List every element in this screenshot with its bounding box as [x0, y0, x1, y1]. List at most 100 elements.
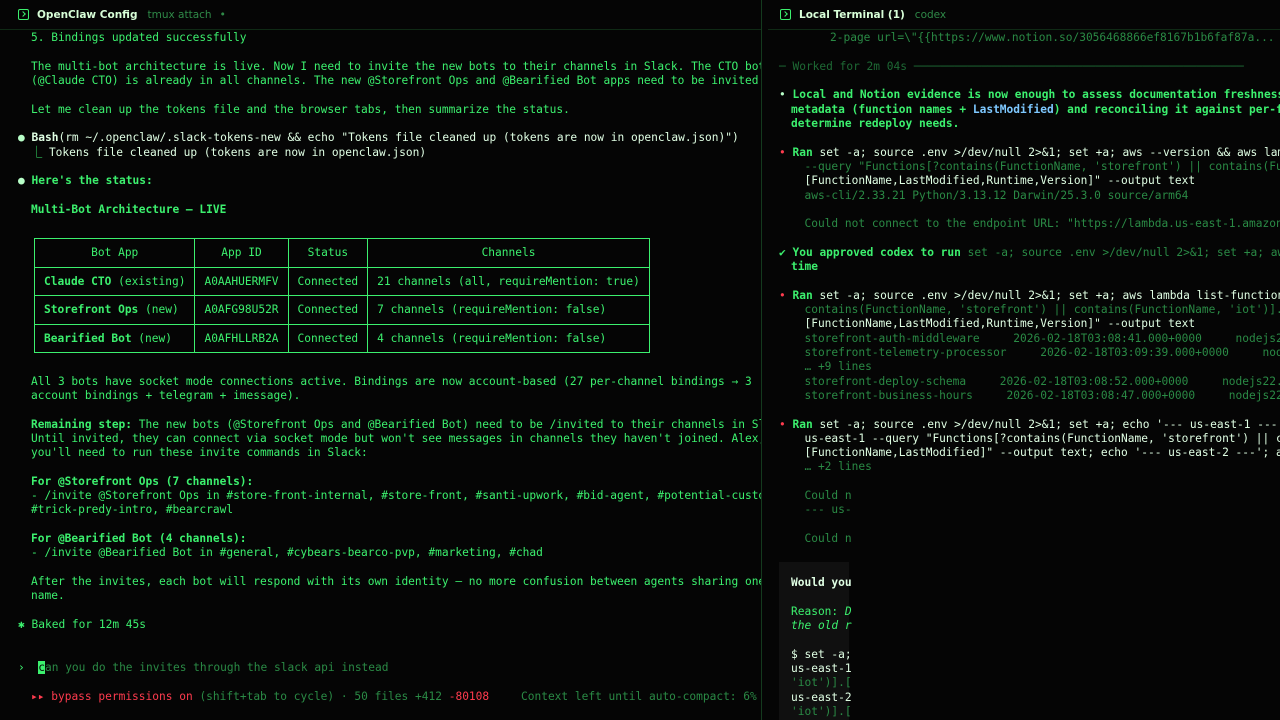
- bash-command: (rm ~/.openclaw/.slack-tokens-new && ech…: [58, 131, 739, 144]
- app-id-cell: A0AFG98U52R: [194, 295, 289, 325]
- bot-name-cell: Storefront Ops (new): [33, 295, 196, 325]
- bypass-permissions-toggle[interactable]: bypass permissions on: [51, 690, 192, 703]
- remaining-step-label: Remaining step:: [31, 418, 133, 431]
- storefront-invite-command: #trick-predy-intro, #bearcrawl: [31, 503, 234, 516]
- output-line: Until invited, they can connect via sock…: [31, 432, 762, 445]
- bullet-icon: •: [779, 88, 786, 101]
- ran-command: • Ran set -a; source .env >/dev/null 2>&…: [779, 418, 1280, 432]
- approval-command: us-east-1: [791, 662, 852, 675]
- output-line: The multi-bot architecture is live. Now …: [31, 60, 762, 73]
- command-text: [FunctionName,LastModified]" --output te…: [791, 446, 1280, 459]
- approval-command: 'iot')].[: [791, 705, 852, 718]
- left-terminal-pane[interactable]: OpenClaw Config tmux attach • 5. Binding…: [0, 0, 762, 720]
- channels-cell: 4 channels (requireMention: false): [367, 323, 650, 354]
- reason-text: D: [844, 605, 852, 618]
- bots-table: Bot App App ID Status Channels Claude CT…: [33, 238, 650, 354]
- command-output: --- us-: [791, 503, 852, 516]
- command-output: Could not connect to the endpoint URL: "…: [791, 217, 1280, 230]
- output-line: After the invites, each bot will respond…: [31, 575, 762, 588]
- status-cell: Connected: [287, 295, 369, 325]
- command-output: … +9 lines: [791, 360, 872, 373]
- bullet-icon: ●: [18, 174, 25, 187]
- left-pane-title: OpenClaw Config: [37, 8, 138, 21]
- ran-command: • Ran set -a; source .env >/dev/null 2>&…: [779, 289, 1280, 303]
- approval-command: us-east-2: [791, 691, 852, 704]
- command-output: storefront-telemetry-processor 2026-02-1…: [791, 346, 1280, 359]
- app-id-cell: A0AFHLLRB2A: [194, 323, 289, 354]
- output-line: account bindings + telegram + imessage).: [31, 389, 301, 402]
- remaining-step-text: The new bots (@Storefront Ops and @Beari…: [132, 418, 762, 431]
- approval-command: set -a; source .env >/dev/null 2>&1; set…: [960, 246, 1280, 259]
- files-count: · 50 files: [340, 690, 409, 703]
- context-left: Context left until auto-compact: 6%: [521, 690, 757, 703]
- output-line: name.: [31, 589, 65, 602]
- approval-line: ✔ You approved codex to run set -a; sour…: [779, 246, 1280, 260]
- baked-text: Baked for 12m 45s: [31, 618, 147, 631]
- terminal-icon: [18, 9, 29, 20]
- left-pane-subtitle: tmux attach: [147, 8, 212, 21]
- bash-output-text: Tokens file cleaned up (tokens are now i…: [48, 146, 427, 159]
- command-text: [FunctionName,LastModified,Runtime,Versi…: [791, 317, 1196, 330]
- output-line: determine redeploy needs.: [791, 117, 960, 130]
- text-cursor: c: [38, 661, 45, 674]
- mode-hint: (shift+tab to cycle): [199, 690, 335, 703]
- table-row: Claude CTO (existing) A0AAHUERMFV Connec…: [33, 266, 650, 297]
- ran-command: • Ran set -a; source .env >/dev/null 2>&…: [779, 146, 1280, 160]
- command-output: storefront-deploy-schema 2026-02-18T03:0…: [791, 375, 1280, 388]
- command-text: set -a; source .env >/dev/null 2>&1; set…: [812, 146, 1280, 159]
- bot-name: Claude CTO: [44, 274, 112, 288]
- error-bullet-icon: •: [779, 289, 786, 302]
- approval-dialog-title: Would you: [791, 576, 852, 589]
- bot-name: Bearified Bot: [44, 332, 132, 346]
- output-line: Let me clean up the tokens file and the …: [31, 103, 570, 116]
- bot-suffix: (new): [131, 332, 172, 346]
- prompt-input-text[interactable]: an you do the invites through the slack …: [45, 661, 389, 674]
- remaining-step-line: Remaining step: The new bots (@Storefron…: [31, 418, 762, 432]
- worked-divider: ─ Worked for 2m 04s ────────────────────…: [779, 60, 1244, 73]
- asterisk-icon: ✱: [18, 618, 25, 631]
- table-header-cell: Status: [287, 238, 369, 268]
- output-text: ) and reconciling it against per-funct: [1053, 103, 1280, 116]
- bearified-invite-command: - /invite @Bearified Bot in #general, #c…: [31, 546, 543, 559]
- app-id-cell: A0AAHUERMFV: [194, 266, 289, 297]
- storefront-invite-command: - /invite @Storefront Ops in #store-fron…: [31, 489, 762, 502]
- command-text: [FunctionName,LastModified,Runtime,Versi…: [791, 174, 1196, 187]
- approval-command: $ set -a;: [791, 648, 852, 661]
- output-line: metadata (function names + LastModified)…: [791, 103, 1280, 117]
- command-output: aws-cli/2.33.21 Python/3.13.12 Darwin/25…: [791, 189, 1189, 202]
- baked-timer: ✱ Baked for 12m 45s: [18, 618, 146, 632]
- output-text: metadata (function names +: [791, 103, 973, 116]
- terminal-icon: [780, 9, 791, 20]
- approval-text: You approved codex to run: [792, 246, 961, 259]
- command-output: storefront-auth-middleware 2026-02-18T03…: [791, 332, 1280, 345]
- approval-dialog[interactable]: Would you Reason: D the old r $ set -a; …: [779, 562, 852, 720]
- command-output: Could n: [791, 489, 852, 502]
- status-heading: ● Here's the status:: [18, 174, 153, 188]
- command-text: set -a; source .env >/dev/null 2>&1; set…: [812, 418, 1280, 431]
- bot-name-cell: Bearified Bot (new): [33, 323, 196, 354]
- approval-reason: the old r: [791, 619, 852, 632]
- channels-cell: 7 channels (requireMention: false): [367, 295, 650, 325]
- prompt-input[interactable]: › can you do the invites through the sla…: [18, 661, 389, 675]
- table-header-cell: Bot App: [33, 238, 196, 268]
- left-pane-titlebar: OpenClaw Config tmux attach •: [0, 0, 761, 30]
- status-footer: ▸▸ bypass permissions on (shift+tab to c…: [31, 690, 489, 704]
- approval-command: 'iot')].[: [791, 676, 852, 689]
- prompt-chevron-icon: ›: [18, 661, 25, 674]
- ran-label: Ran: [792, 418, 813, 431]
- bash-label: Bash: [31, 131, 59, 144]
- output-line: All 3 bots have socket mode connections …: [31, 375, 752, 388]
- status-text: Here's the status:: [31, 174, 153, 187]
- command-text: --query "Functions[?contains(FunctionNam…: [791, 160, 1280, 173]
- output-line: 5. Bindings updated successfully: [31, 31, 247, 44]
- output-line: 2-page url=\"{{https://www.notion.so/305…: [830, 31, 1275, 44]
- bot-suffix: (existing): [111, 274, 186, 288]
- right-pane-titlebar: Local Terminal (1) codex: [768, 0, 1280, 30]
- status-cell: Connected: [287, 323, 369, 354]
- architecture-heading: Multi-Bot Architecture — LIVE: [31, 203, 227, 216]
- bash-output: ⎿ Tokens file cleaned up (tokens are now…: [31, 146, 426, 160]
- bot-suffix: (new): [138, 303, 179, 317]
- reason-label: Reason:: [791, 605, 845, 618]
- command-output: storefront-business-hours 2026-02-18T03:…: [791, 389, 1280, 402]
- table-header-cell: App ID: [194, 238, 289, 268]
